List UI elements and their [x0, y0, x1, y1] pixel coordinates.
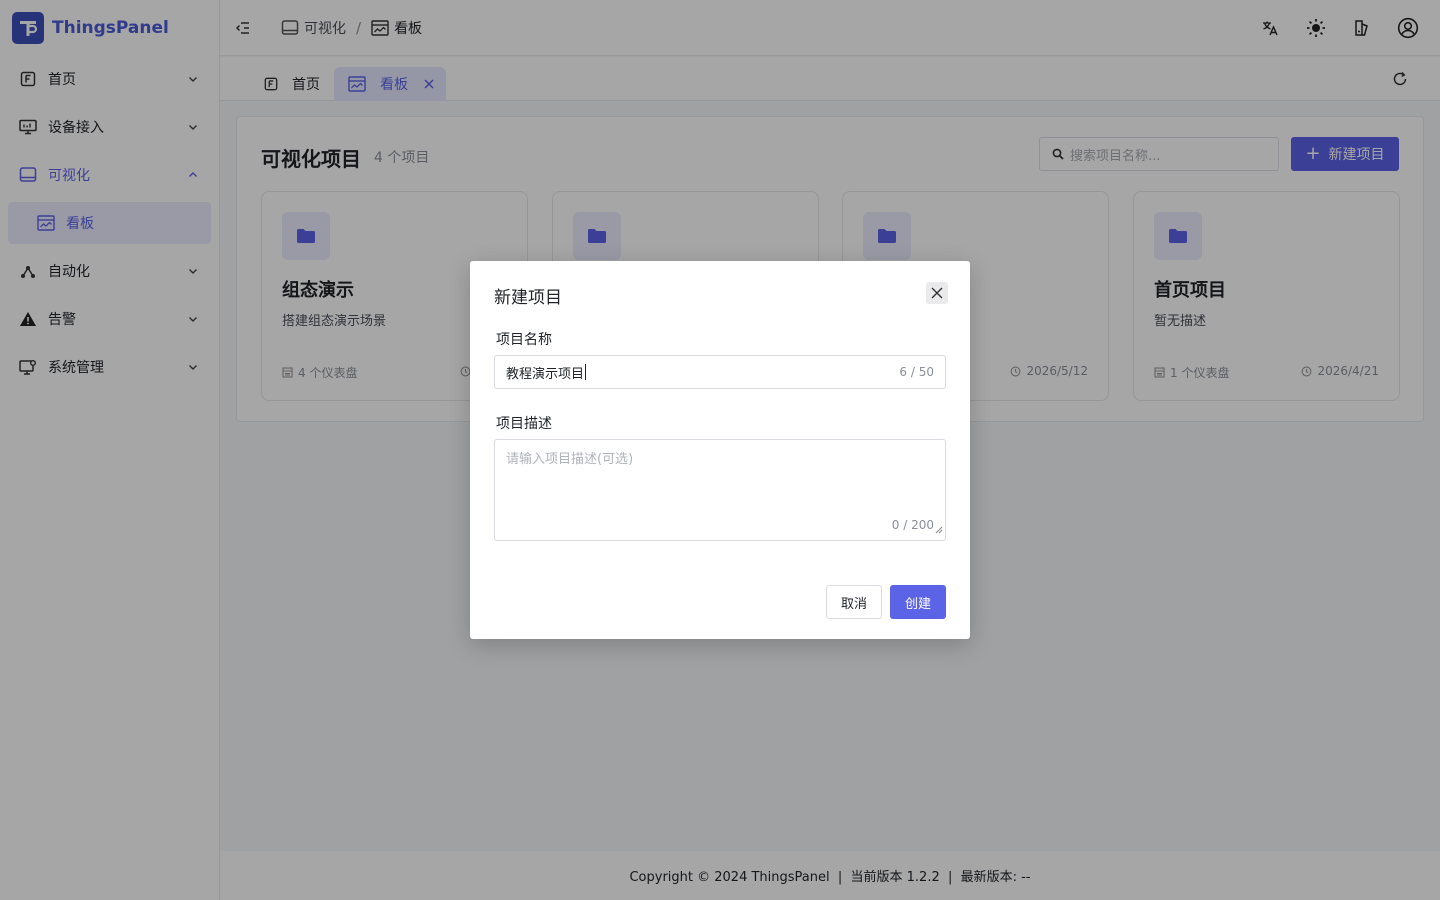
project-name-counter: 6 / 50 — [899, 365, 934, 379]
create-button[interactable]: 创建 — [890, 585, 946, 619]
cancel-button[interactable]: 取消 — [826, 585, 882, 619]
project-description-placeholder: 请输入项目描述(可选) — [506, 452, 634, 467]
project-description-counter: 0 / 200 — [891, 518, 934, 532]
text-caret — [585, 364, 587, 380]
project-name-input[interactable]: 教程演示项目 6 / 50 — [494, 355, 946, 389]
resize-handle-icon[interactable] — [935, 522, 943, 538]
project-name-value: 教程演示项目 — [506, 366, 585, 382]
new-project-dialog: 新建项目 项目名称 教程演示项目 6 / 50 项目描述 请输入项目描述(可选)… — [470, 261, 970, 639]
project-name-label: 项目名称 — [496, 332, 552, 348]
project-description-textarea[interactable]: 请输入项目描述(可选) 0 / 200 — [494, 439, 946, 541]
project-description-label: 项目描述 — [496, 416, 552, 432]
close-icon[interactable] — [926, 282, 948, 304]
dialog-title: 新建项目 — [494, 288, 562, 308]
